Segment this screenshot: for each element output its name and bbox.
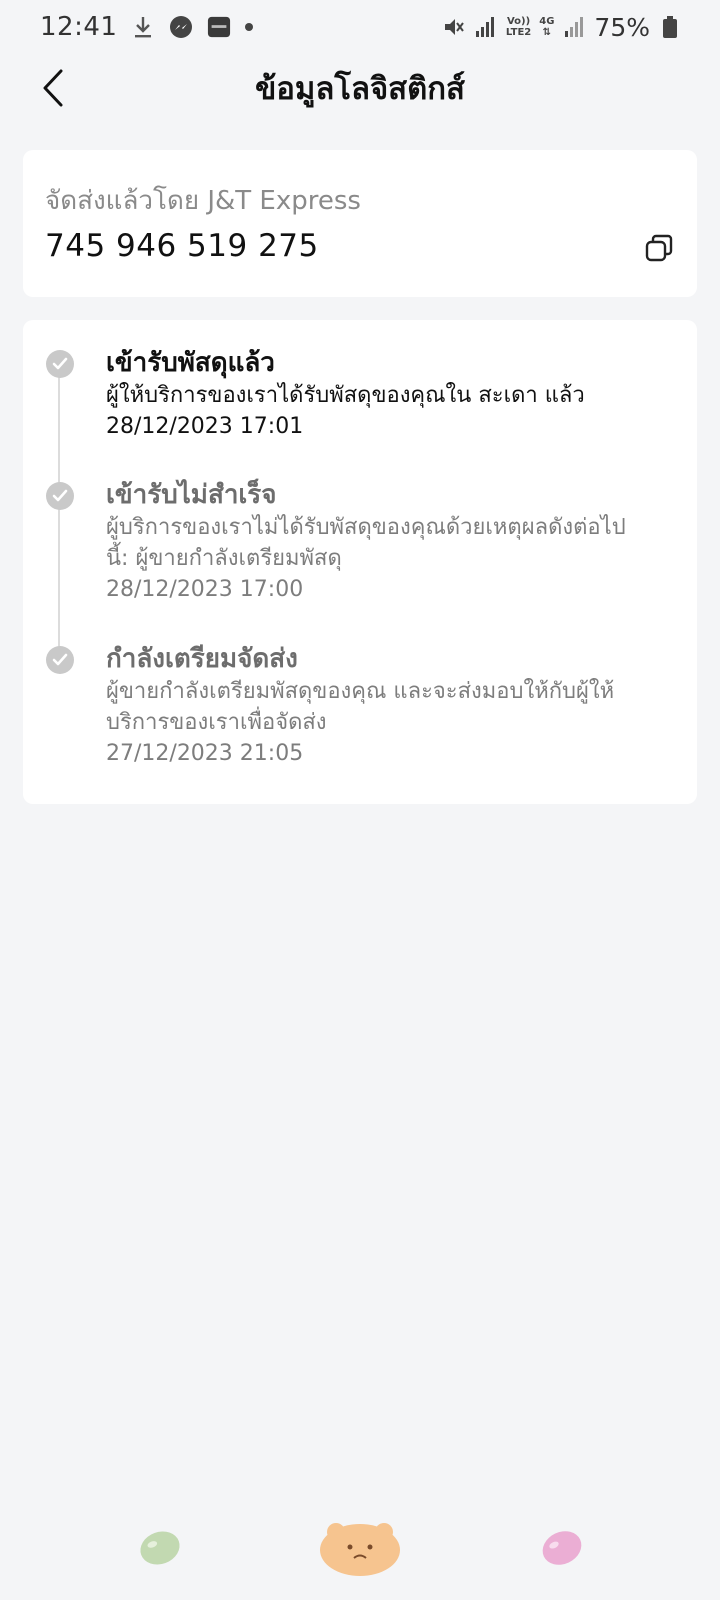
download-icon: [131, 15, 155, 39]
timeline-item-description: ผู้ขายกำลังเตรียมพัสดุของคุณ และจะส่งมอบ…: [106, 679, 615, 704]
check-circle-icon: [46, 350, 74, 378]
signal-2-icon: [562, 15, 586, 39]
check-circle-icon: [46, 482, 74, 510]
copy-icon: [645, 234, 673, 262]
timeline-item-description: ผู้บริการของเราไม่ได้รับพัสดุของคุณด้วยเ…: [106, 515, 626, 540]
timeline-item-description-cont: บริการของเราเพื่อจัดส่ง: [106, 710, 327, 735]
lte-label: LTE2: [505, 27, 532, 38]
4g-label: 4G: [539, 16, 555, 27]
tracking-number: 745 946 519 275: [45, 228, 319, 264]
volte-indicator: Vo)) LTE2: [506, 16, 531, 38]
tracking-card: จัดส่งแล้วโดย J&T Express 745 946 519 27…: [23, 150, 697, 297]
status-time: 12:41: [40, 12, 118, 42]
pink-bean-icon: [542, 1531, 582, 1565]
app-notification-icon: [207, 15, 231, 39]
app-header: ข้อมูลโลจิสติกส์: [0, 54, 720, 122]
back-button[interactable]: [32, 66, 76, 110]
network-4g-indicator: 4G ⇅: [539, 16, 554, 38]
battery-icon: [658, 15, 682, 39]
status-bar: 12:41 Vo)) LTE2 4G ⇅ 75%: [0, 0, 720, 54]
timeline-item-time: 28/12/2023 17:01: [106, 414, 304, 439]
timeline-item-description-cont: นี้: ผู้ขายกำลังเตรียมพัสดุ: [106, 546, 342, 571]
messenger-icon: [169, 15, 193, 39]
status-left: 12:41: [40, 12, 254, 42]
timeline-item-body: เข้ารับพัสดุแล้ว ผู้ให้บริการของเราได้รั…: [106, 346, 667, 442]
timeline-item-description: ผู้ให้บริการของเราได้รับพัสดุของคุณใน สะ…: [106, 383, 585, 408]
chevron-left-icon: [43, 69, 63, 107]
page-title: ข้อมูลโลจิสติกส์: [255, 71, 465, 107]
signal-icon: [474, 15, 498, 39]
battery-percentage: 75%: [594, 12, 650, 42]
timeline-item-title: กำลังเตรียมจัดส่ง: [106, 644, 298, 674]
timeline-item-time: 27/12/2023 21:05: [106, 741, 304, 766]
copy-button[interactable]: [641, 230, 677, 266]
timeline-item-body: กำลังเตรียมจัดส่ง ผู้ขายกำลังเตรียมพัสดุ…: [106, 642, 667, 769]
timeline-item-body: เข้ารับไม่สำเร็จ ผู้บริการของเราไม่ได้รั…: [106, 478, 667, 605]
timeline-line: [58, 368, 60, 658]
timeline-item-time: 28/12/2023 17:00: [106, 577, 304, 602]
timeline-item-title: เข้ารับพัสดุแล้ว: [106, 348, 275, 378]
more-notifications-dot: [245, 23, 254, 31]
data-arrows-icon: ⇅: [542, 27, 552, 38]
check-circle-icon: [46, 646, 74, 674]
green-bean-icon: [140, 1531, 180, 1565]
volte-label: Vo)): [506, 16, 531, 27]
timeline-item-title: เข้ารับไม่สำเร็จ: [106, 480, 277, 510]
mute-icon: [442, 15, 466, 39]
status-right: Vo)) LTE2 4G ⇅ 75%: [442, 13, 682, 42]
bottom-decoration: [0, 1520, 720, 1580]
carrier-label: จัดส่งแล้วโดย J&T Express: [45, 186, 361, 216]
bear-face-icon: [320, 1523, 400, 1576]
tracking-timeline-card: เข้ารับพัสดุแล้ว ผู้ให้บริการของเราได้รั…: [23, 320, 697, 804]
